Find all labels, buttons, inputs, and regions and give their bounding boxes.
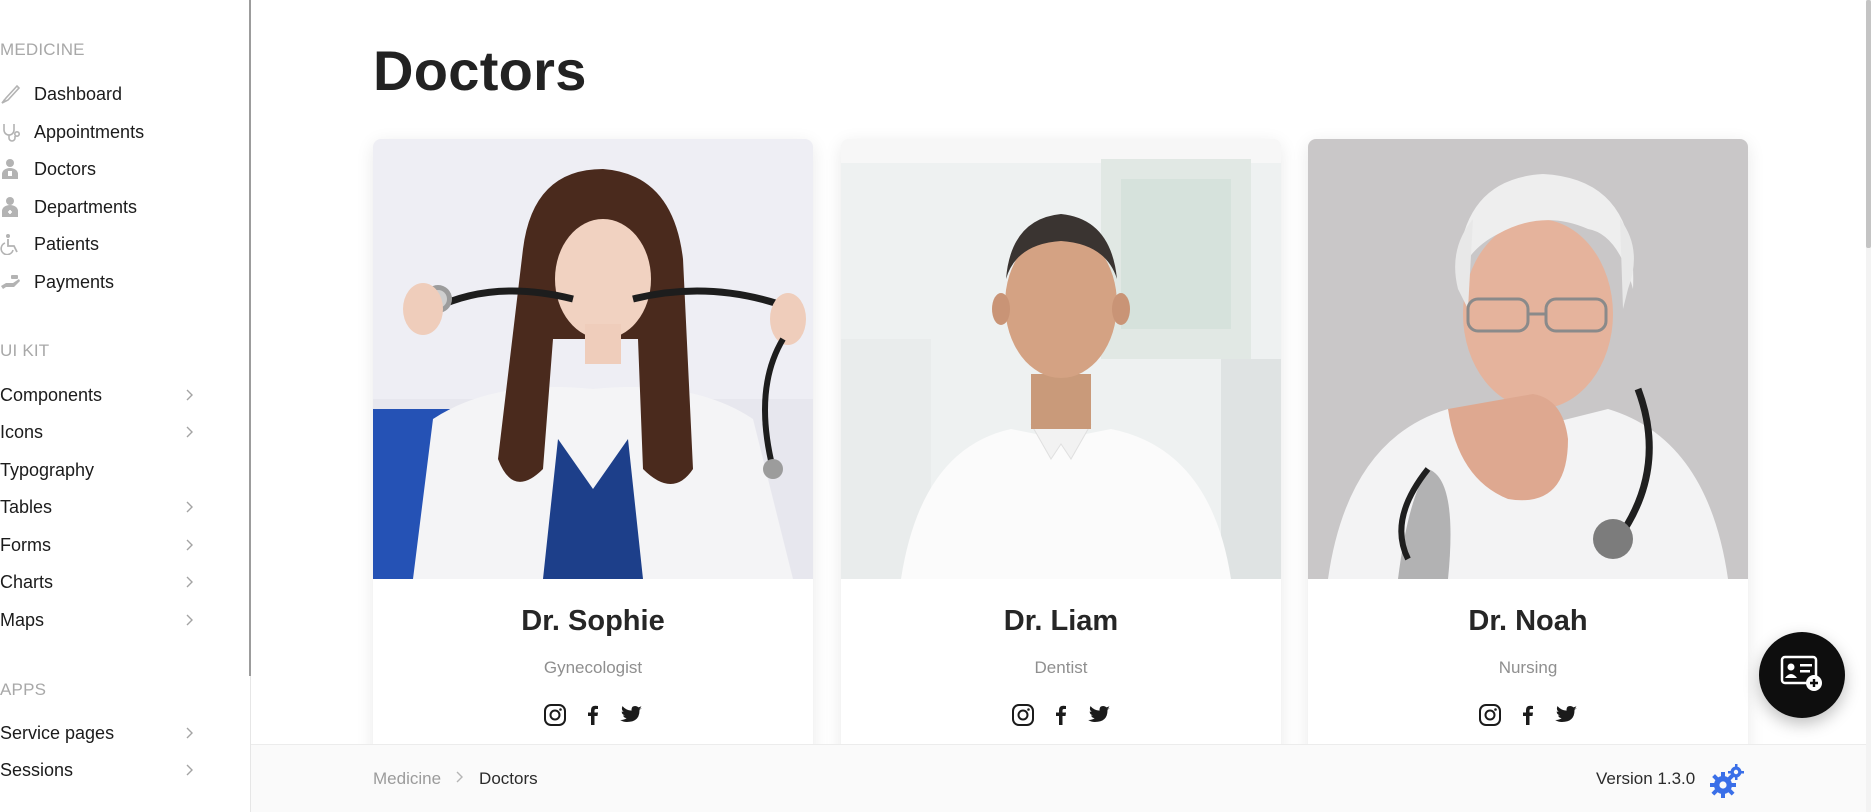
breadcrumb-item-medicine[interactable]: Medicine [373, 769, 441, 789]
sidebar-item-charts[interactable]: Charts [0, 568, 200, 596]
brush-icon [0, 82, 34, 106]
sidebar-item-label: Forms [0, 534, 51, 555]
sidebar-item-label: Appointments [34, 121, 145, 142]
footer: Medicine Doctors Version 1.3.0 [251, 744, 1871, 812]
sidebar-item-typography[interactable]: Typography [0, 456, 200, 484]
twitter-icon[interactable] [618, 702, 644, 728]
chevron-right-icon [184, 573, 196, 591]
instagram-icon[interactable] [542, 702, 568, 728]
wheelchair-icon [0, 232, 34, 256]
sidebar-item-maps[interactable]: Maps [0, 606, 200, 634]
sidebar-item-label: Payments [34, 271, 115, 292]
page-scrollbar[interactable] [1866, 0, 1871, 812]
sidebar-item-patients[interactable]: Patients [0, 230, 200, 258]
facebook-icon[interactable] [1048, 702, 1074, 728]
sidebar-item-label: Icons [0, 421, 44, 442]
social-links [373, 702, 813, 728]
twitter-icon[interactable] [1086, 702, 1112, 728]
chevron-right-icon [184, 423, 196, 441]
sidebar-item-label: Doctors [34, 158, 97, 179]
sidebar-item-doctors[interactable]: Doctors [0, 155, 200, 183]
chevron-right-icon [184, 611, 196, 629]
facebook-icon[interactable] [1515, 702, 1541, 728]
sidebar: MEDICINE Dashboard Appointments Doctors … [0, 0, 251, 812]
doctor-specialty: Dentist [1034, 658, 1088, 677]
chevron-right-icon [184, 536, 196, 554]
department-icon [0, 195, 34, 219]
version-label: Version 1.3.0 [1596, 769, 1696, 788]
doctor-name: Dr. Sophie [521, 605, 665, 637]
social-links [1308, 702, 1748, 728]
sidebar-item-components[interactable]: Components [0, 381, 200, 409]
doctor-name: Dr. Noah [1468, 605, 1588, 637]
sidebar-item-label: Components [0, 384, 103, 405]
chevron-right-icon [455, 769, 465, 789]
sidebar-item-appointments[interactable]: Appointments [0, 118, 200, 146]
stethoscope-icon [0, 120, 34, 144]
page-title: Doctors [373, 39, 587, 102]
sidebar-item-label: Patients [34, 233, 100, 254]
sidebar-item-departments[interactable]: Departments [0, 193, 200, 221]
payment-hand-icon [0, 270, 34, 294]
breadcrumb: Medicine Doctors [373, 745, 538, 812]
doctor-photo [841, 139, 1281, 579]
chevron-right-icon [184, 498, 196, 516]
sidebar-item-label: Tables [0, 496, 53, 517]
breadcrumb-item-doctors: Doctors [479, 769, 538, 788]
instagram-icon[interactable] [1010, 702, 1036, 728]
sidebar-item-service-pages[interactable]: Service pages [0, 719, 200, 747]
sidebar-item-tables[interactable]: Tables [0, 493, 200, 521]
page-scrollbar-thumb[interactable] [1866, 0, 1871, 248]
doctor-specialty: Nursing [1498, 658, 1558, 677]
section-title-medicine: MEDICINE [0, 40, 85, 59]
section-title-apps: APPS [0, 680, 47, 699]
gear-icon[interactable] [1709, 763, 1745, 799]
section-title-ui-kit: UI KIT [0, 341, 50, 360]
sidebar-item-forms[interactable]: Forms [0, 531, 200, 559]
add-contact-card-icon [1780, 653, 1824, 698]
chevron-right-icon [184, 386, 196, 404]
sidebar-item-sessions[interactable]: Sessions [0, 756, 200, 784]
sidebar-item-label: Service pages [0, 722, 115, 743]
chevron-right-icon [184, 724, 196, 742]
chevron-right-icon [184, 761, 196, 779]
doctor-card[interactable]: Dr. Liam Dentist [841, 139, 1281, 759]
sidebar-item-label: Typography [0, 459, 95, 480]
twitter-icon[interactable] [1553, 702, 1579, 728]
sidebar-item-icons[interactable]: Icons [0, 418, 200, 446]
doctor-photo [1308, 139, 1748, 579]
sidebar-item-label: Sessions [0, 759, 74, 780]
sidebar-item-label: Maps [0, 609, 45, 630]
social-links [841, 702, 1281, 728]
doctor-photo [373, 139, 813, 579]
sidebar-item-label: Dashboard [34, 83, 123, 104]
instagram-icon[interactable] [1477, 702, 1503, 728]
facebook-icon[interactable] [580, 702, 606, 728]
doctor-name: Dr. Liam [1003, 605, 1119, 637]
sidebar-item-label: Charts [0, 571, 54, 592]
main-content: Doctors Dr. Sophie Gynecologist Dr. Liam… [251, 0, 1871, 812]
sidebar-item-payments[interactable]: Payments [0, 268, 200, 296]
sidebar-item-dashboard[interactable]: Dashboard [0, 80, 200, 108]
doctor-card[interactable]: Dr. Sophie Gynecologist [373, 139, 813, 759]
sidebar-item-label: Departments [34, 196, 138, 217]
doctor-icon [0, 157, 34, 181]
doctor-card[interactable]: Dr. Noah Nursing [1308, 139, 1748, 759]
doctor-specialty: Gynecologist [543, 658, 643, 677]
fab-add-contact-button[interactable] [1759, 632, 1845, 718]
